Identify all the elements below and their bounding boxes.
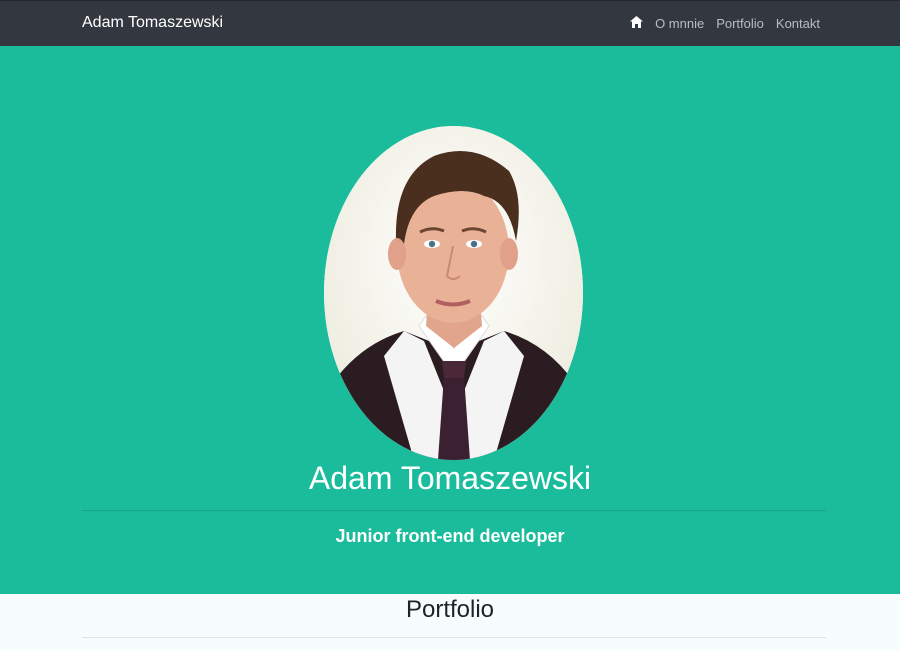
hero-section: Adam Tomaszewski Junior front-end develo… — [0, 46, 900, 594]
navbar: Adam Tomaszewski O mnnie Portfolio Konta… — [0, 0, 900, 46]
portfolio-divider — [82, 637, 826, 638]
hero-name: Adam Tomaszewski — [308, 460, 592, 496]
nav-link-about[interactable]: O mnnie — [655, 16, 704, 31]
nav-home-link[interactable] — [630, 16, 644, 31]
nav-link-portfolio[interactable]: Portfolio — [716, 16, 764, 31]
nav-links: O mnnie Portfolio Kontakt — [630, 16, 820, 31]
profile-photo — [324, 126, 583, 460]
home-icon — [630, 16, 644, 28]
nav-link-contact[interactable]: Kontakt — [776, 16, 820, 31]
portfolio-section-title: Portfolio — [405, 596, 495, 623]
hero-divider — [82, 510, 826, 511]
hero-subtitle: Junior front-end developer — [335, 526, 565, 546]
brand-link[interactable]: Adam Tomaszewski — [82, 14, 223, 32]
